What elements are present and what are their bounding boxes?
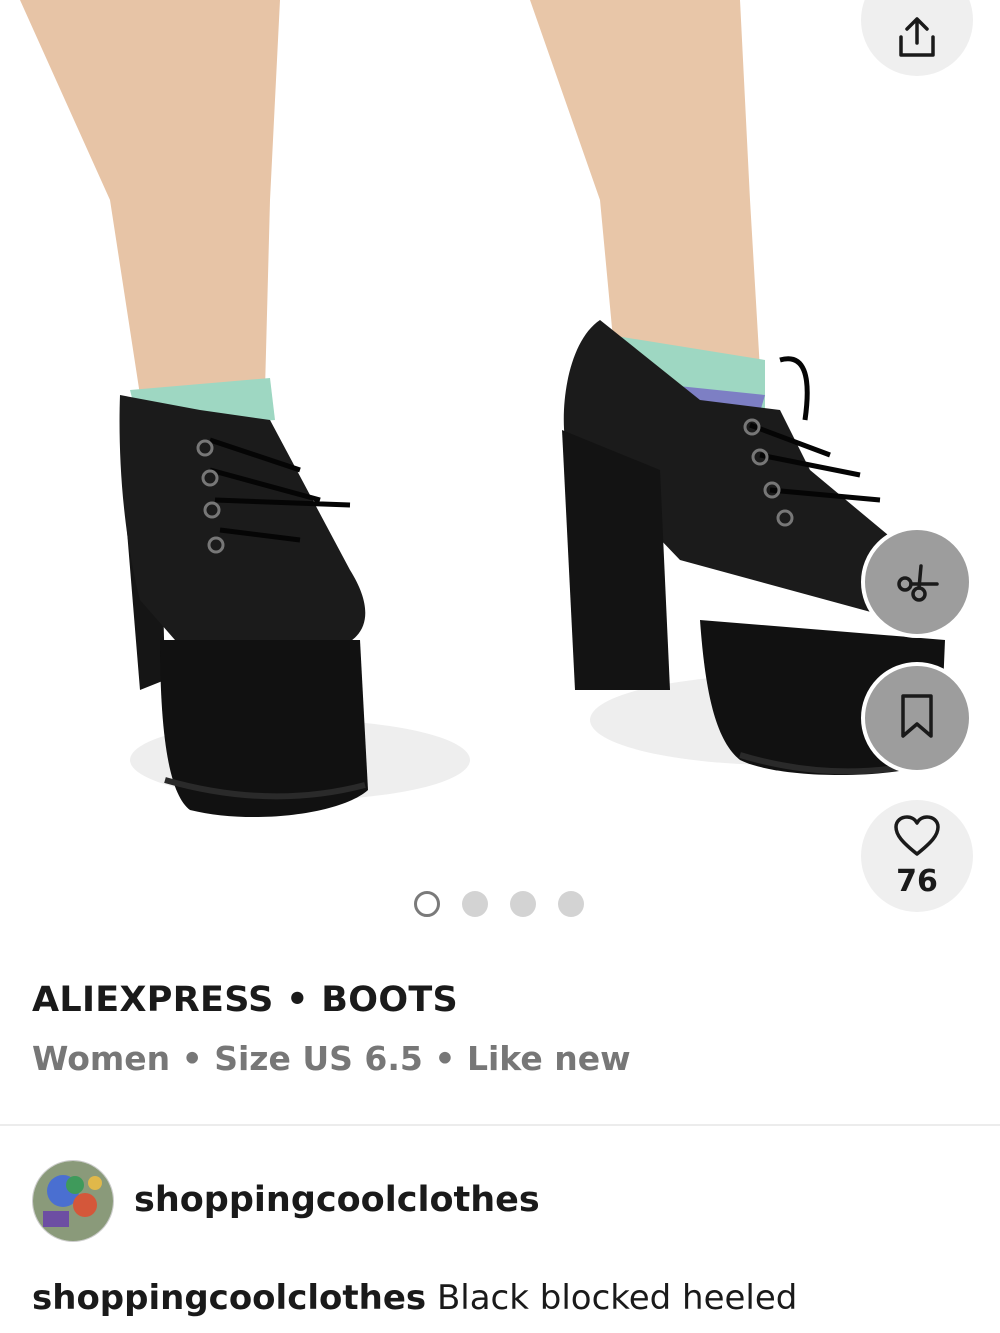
like-button[interactable]: 76 [861,800,973,912]
listing-meta: Women • Size US 6.5 • Like new [32,1039,631,1078]
pagination-dot-2[interactable] [462,891,488,917]
description-author[interactable]: shoppingcoolclothes [32,1278,426,1318]
description-text: Black blocked heeled [436,1278,798,1318]
seller-username[interactable]: shoppingcoolclothes [134,1180,540,1220]
seller-avatar[interactable] [32,1160,114,1242]
make-offer-button[interactable] [861,526,973,638]
brand-category-link[interactable]: ALIEXPRESS • BOOTS [32,980,458,1020]
product-photo-image [20,0,970,818]
pagination-dot-4[interactable] [558,891,584,917]
like-count: 76 [896,863,938,899]
product-photo[interactable] [0,0,1000,950]
pagination-dot-3[interactable] [510,891,536,917]
section-divider [0,1124,1000,1126]
share-icon [893,13,941,65]
bookmark-icon [897,692,937,744]
heart-icon [892,814,942,862]
image-pagination [414,891,584,917]
save-button[interactable] [861,662,973,774]
offer-icon [891,554,943,610]
pagination-dot-1[interactable] [414,891,440,917]
listing-description: shoppingcoolclothes Black blocked heeled [32,1278,797,1318]
